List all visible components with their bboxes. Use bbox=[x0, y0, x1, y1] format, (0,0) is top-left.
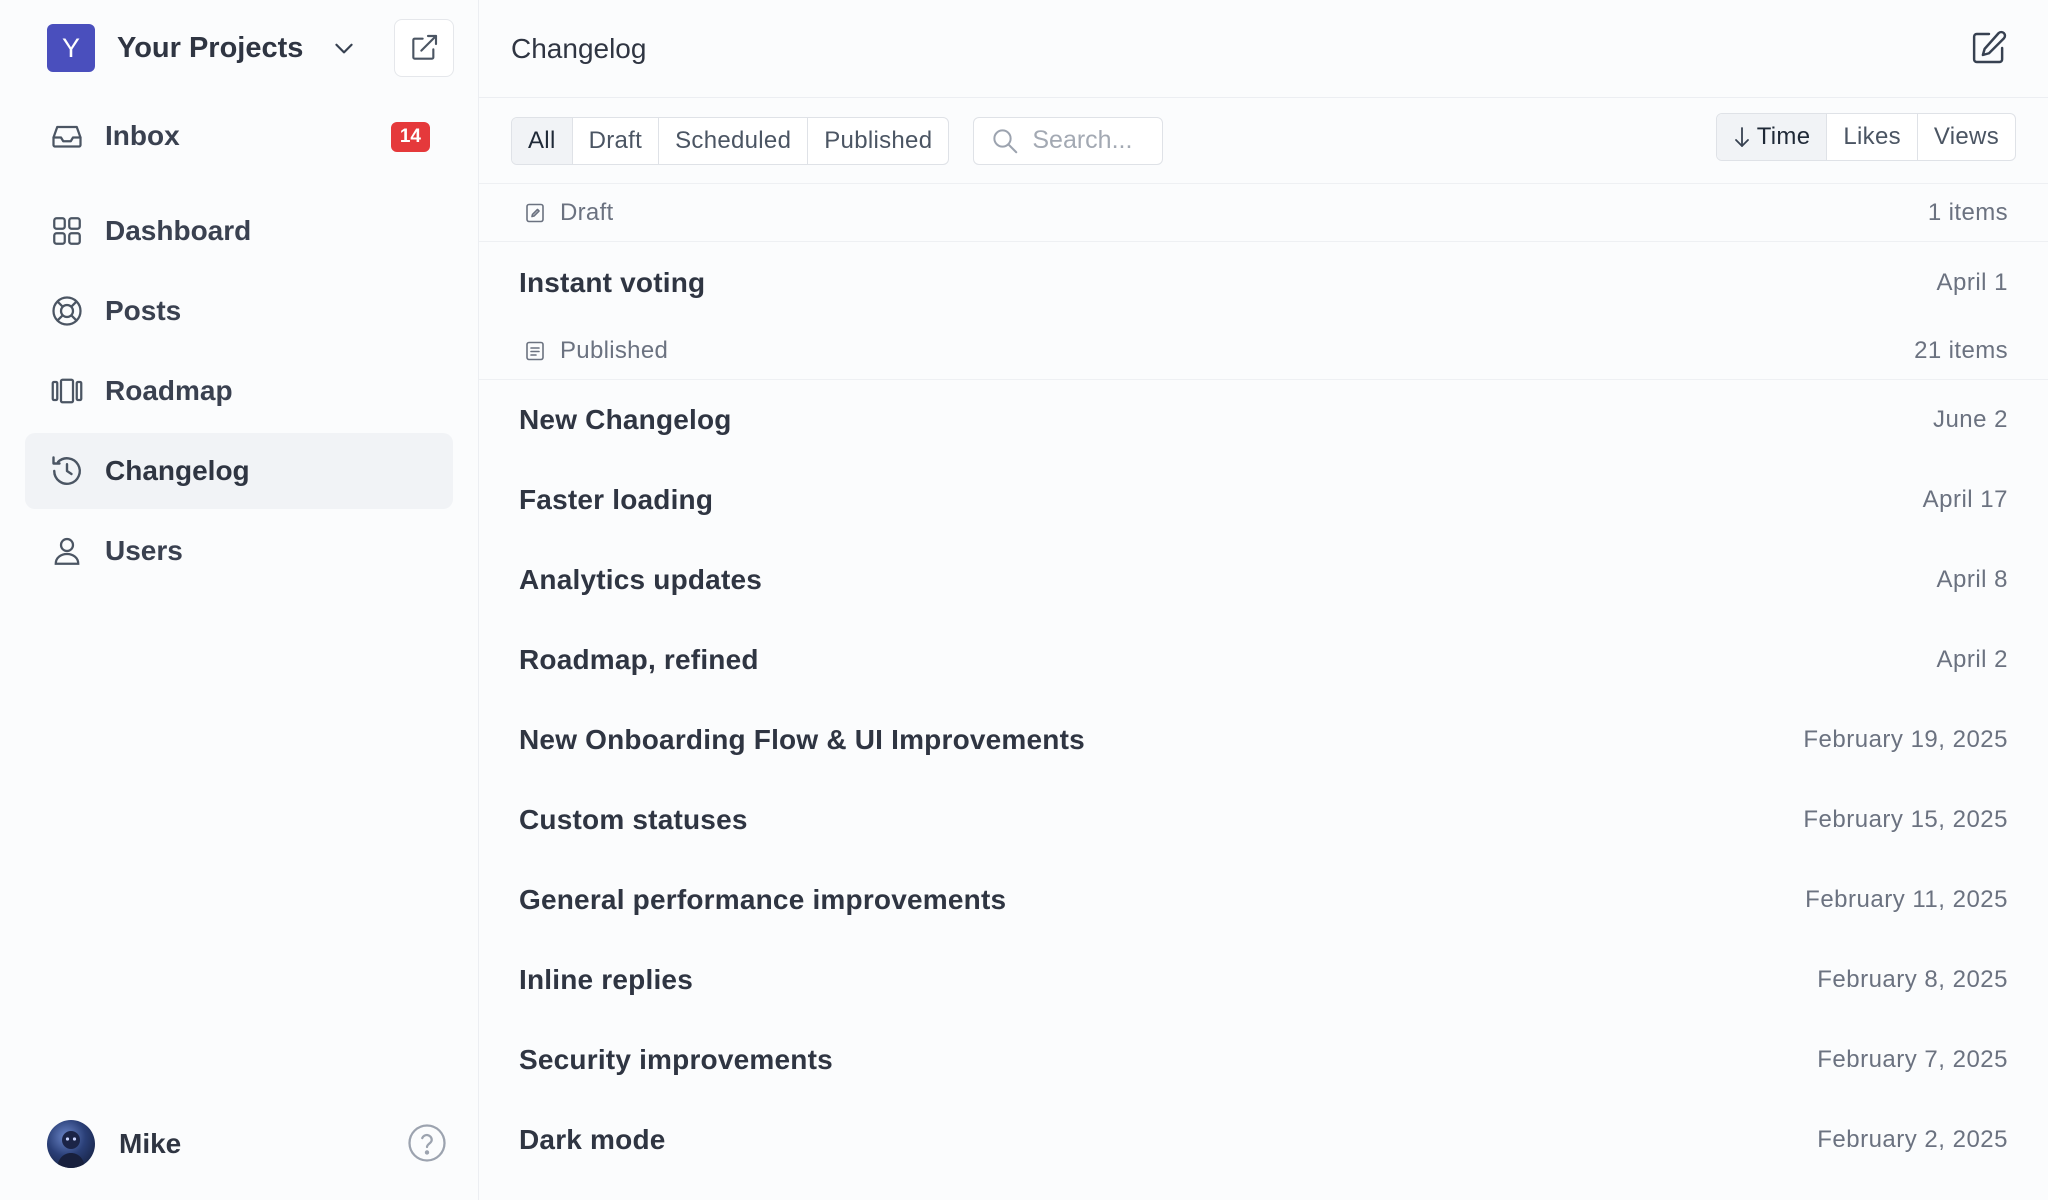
post-title: New Onboarding Flow & UI Improvements bbox=[519, 724, 1085, 755]
help-icon[interactable] bbox=[406, 1122, 448, 1164]
post-date: June 2 bbox=[1932, 406, 2008, 433]
sidebar: Y Your Projects Inbox 14 Dashboard Posts bbox=[0, 0, 479, 1200]
user-icon bbox=[49, 533, 85, 569]
post-row[interactable]: Roadmap, refined April 2 bbox=[479, 625, 2048, 695]
external-link-icon bbox=[408, 32, 440, 64]
sidebar-item-dashboard[interactable]: Dashboard bbox=[25, 193, 453, 269]
filter-bar: All Draft Scheduled Published Time Likes… bbox=[479, 98, 2048, 184]
group-header-draft: Draft 1 items bbox=[479, 184, 2048, 242]
post-date: February 2, 2025 bbox=[1817, 1126, 2008, 1153]
main-content: Changelog All Draft Scheduled Published … bbox=[479, 0, 2048, 1200]
post-row[interactable]: New Onboarding Flow & UI Improvements Fe… bbox=[479, 705, 2048, 775]
compose-icon[interactable] bbox=[1968, 27, 2010, 69]
post-title: Dark mode bbox=[519, 1124, 666, 1155]
group-count: 21 items bbox=[1914, 336, 2008, 364]
post-date: April 2 bbox=[1936, 646, 2008, 673]
post-row[interactable]: Analytics updates April 8 bbox=[479, 545, 2048, 615]
tab-scheduled[interactable]: Scheduled bbox=[659, 117, 809, 164]
tab-all[interactable]: All bbox=[512, 117, 573, 164]
post-date: April 1 bbox=[1936, 269, 2008, 296]
page-title: Changelog bbox=[511, 32, 647, 64]
open-external-button[interactable] bbox=[394, 19, 454, 77]
history-icon bbox=[49, 453, 85, 489]
project-name: Your Projects bbox=[117, 31, 304, 64]
post-row[interactable]: Faster loading April 17 bbox=[479, 465, 2048, 535]
post-title: New Changelog bbox=[519, 404, 732, 435]
roadmap-icon bbox=[49, 373, 85, 409]
dashboard-icon bbox=[49, 213, 85, 249]
sort-likes-button[interactable]: Likes bbox=[1827, 114, 1918, 160]
page-header: Changelog bbox=[479, 0, 2048, 98]
project-switcher[interactable]: Y Your Projects bbox=[47, 19, 454, 77]
post-date: February 8, 2025 bbox=[1817, 966, 2008, 993]
sort-options: Time Likes Views bbox=[1715, 113, 2016, 161]
post-title: Custom statuses bbox=[519, 804, 748, 835]
post-date: February 11, 2025 bbox=[1805, 886, 2008, 913]
tab-draft[interactable]: Draft bbox=[573, 117, 660, 164]
sidebar-item-label: Users bbox=[105, 535, 183, 566]
sidebar-item-label: Posts bbox=[105, 295, 182, 326]
group-header-published: Published 21 items bbox=[479, 322, 2048, 380]
user-name: Mike bbox=[119, 1128, 182, 1159]
post-date: February 15, 2025 bbox=[1803, 806, 2008, 833]
post-title: Faster loading bbox=[519, 484, 714, 515]
sidebar-item-label: Dashboard bbox=[105, 215, 252, 246]
user-menu[interactable]: Mike bbox=[47, 1118, 448, 1170]
post-row[interactable]: General performance improvements Februar… bbox=[479, 865, 2048, 935]
post-date: April 17 bbox=[1922, 486, 2008, 513]
post-row[interactable]: Security improvements February 7, 2025 bbox=[479, 1025, 2048, 1095]
inbox-icon bbox=[49, 118, 85, 154]
arrow-down-icon bbox=[1733, 126, 1751, 148]
post-title: Analytics updates bbox=[519, 564, 763, 595]
tab-published[interactable]: Published bbox=[808, 118, 948, 164]
post-row[interactable]: Dark mode February 2, 2025 bbox=[479, 1105, 2048, 1175]
post-row[interactable]: Custom statuses February 15, 2025 bbox=[479, 785, 2048, 855]
document-icon bbox=[523, 339, 547, 363]
post-row[interactable]: Instant voting April 1 bbox=[479, 248, 2048, 318]
group-count: 1 items bbox=[1927, 198, 2008, 226]
search-input[interactable] bbox=[1032, 126, 1153, 155]
sidebar-item-users[interactable]: Users bbox=[25, 513, 453, 589]
project-avatar: Y bbox=[47, 24, 95, 72]
sidebar-item-label: Roadmap bbox=[105, 375, 233, 406]
draft-icon bbox=[523, 201, 547, 225]
lifebuoy-icon bbox=[49, 293, 85, 329]
post-date: February 19, 2025 bbox=[1803, 726, 2008, 753]
sidebar-item-changelog[interactable]: Changelog bbox=[25, 433, 453, 509]
group-label: Published bbox=[560, 336, 669, 364]
avatar[interactable] bbox=[47, 1120, 95, 1168]
post-row[interactable]: New Changelog June 2 bbox=[479, 385, 2048, 455]
sidebar-item-label: Changelog bbox=[105, 455, 250, 486]
post-title: Roadmap, refined bbox=[519, 644, 759, 675]
chevron-down-icon[interactable] bbox=[331, 35, 357, 61]
post-title: Instant voting bbox=[519, 267, 706, 298]
post-title: General performance improvements bbox=[519, 884, 1007, 915]
post-row[interactable]: Inline replies February 8, 2025 bbox=[479, 945, 2048, 1015]
sidebar-item-posts[interactable]: Posts bbox=[25, 273, 453, 349]
status-filter-tabs: All Draft Scheduled Published bbox=[511, 116, 950, 165]
sort-views-button[interactable]: Views bbox=[1918, 114, 2015, 160]
search-icon bbox=[990, 126, 1020, 156]
post-date: April 8 bbox=[1936, 566, 2008, 593]
post-title: Security improvements bbox=[519, 1044, 833, 1075]
sidebar-item-label: Inbox bbox=[105, 120, 180, 151]
sidebar-item-inbox[interactable]: Inbox 14 bbox=[25, 98, 453, 174]
post-title: Inline replies bbox=[519, 964, 693, 995]
sort-time-label: Time bbox=[1756, 123, 1811, 150]
post-date: February 7, 2025 bbox=[1817, 1046, 2008, 1073]
group-label: Draft bbox=[560, 198, 614, 226]
sort-time-button[interactable]: Time bbox=[1716, 114, 1828, 160]
inbox-count-badge: 14 bbox=[390, 122, 430, 152]
sidebar-item-roadmap[interactable]: Roadmap bbox=[25, 353, 453, 429]
search-box[interactable] bbox=[973, 116, 1164, 165]
